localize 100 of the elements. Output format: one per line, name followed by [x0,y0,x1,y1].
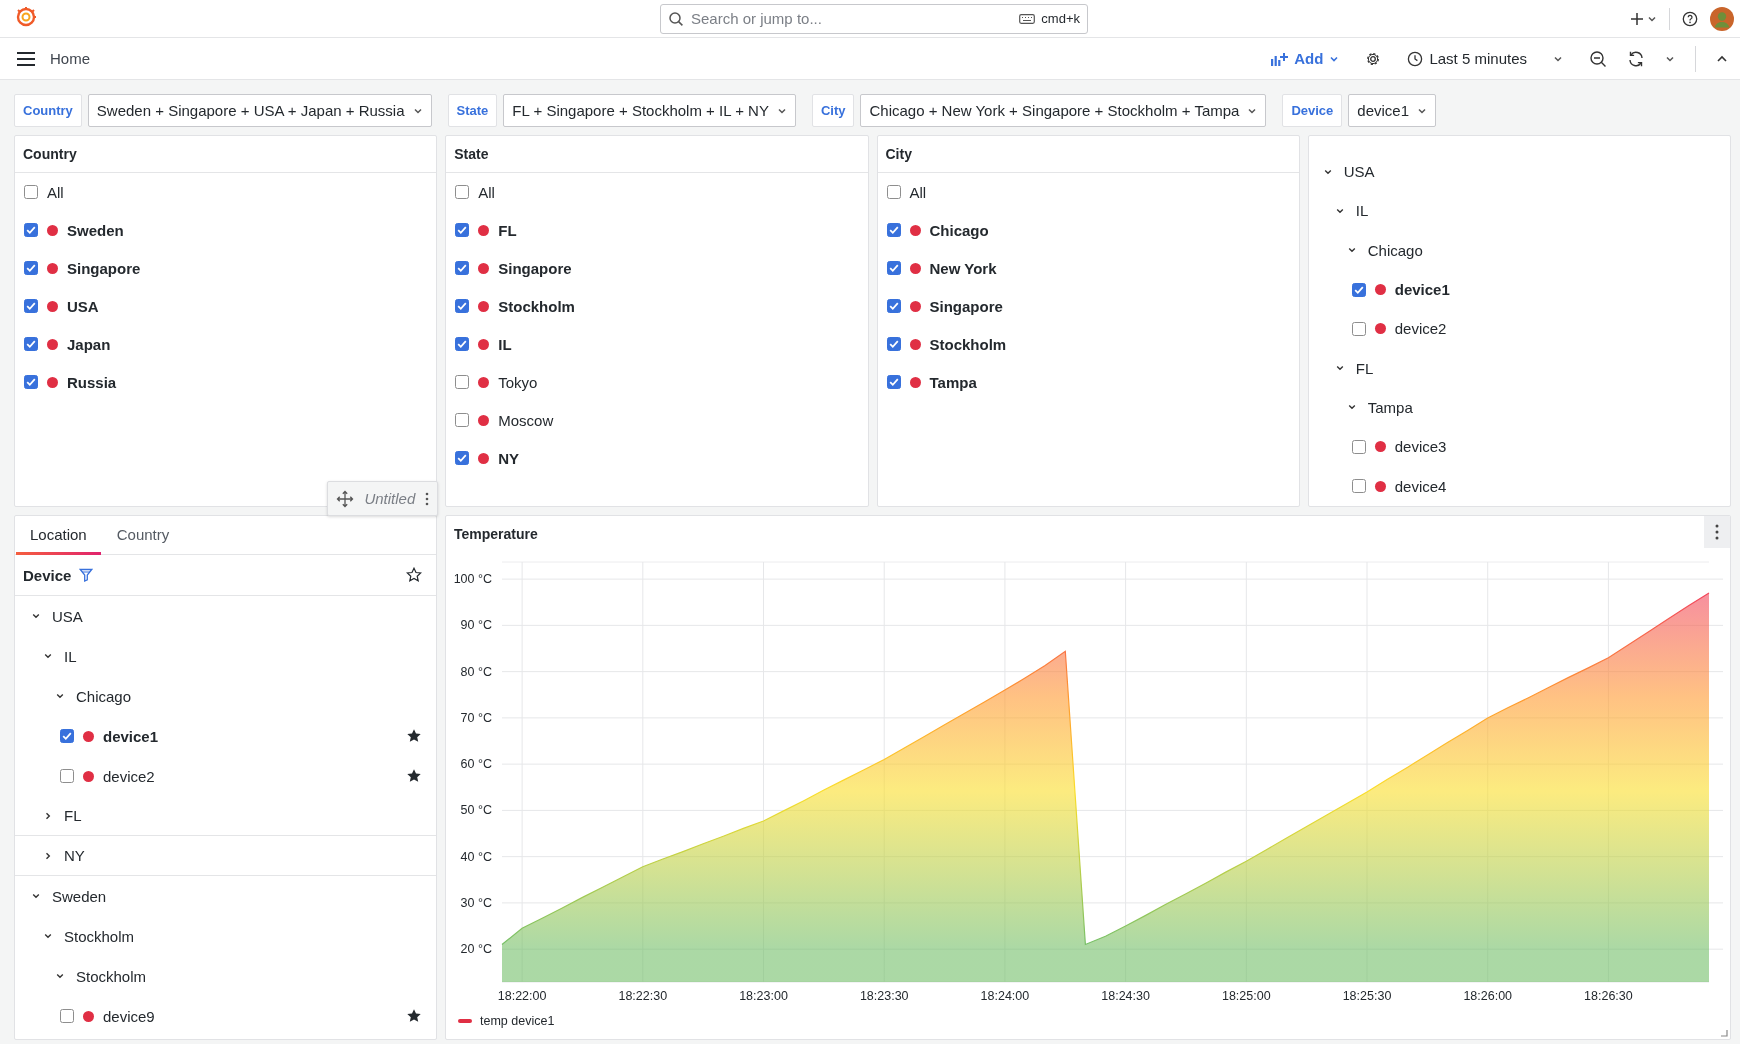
checkbox[interactable] [886,299,901,313]
checkbox[interactable] [455,299,470,313]
option-label[interactable]: New York [929,259,997,277]
tree-item[interactable]: Tampa [1367,398,1413,416]
resize-handle-icon[interactable] [1720,1029,1728,1037]
checkbox[interactable] [886,375,901,389]
option-label[interactable]: Singapore [929,297,1003,315]
checkbox[interactable] [1351,439,1366,454]
option-label[interactable]: Stockholm [498,297,575,315]
variable-dropdown[interactable]: FL + Singapore + Stockholm + IL + NY [503,94,796,127]
option-label[interactable]: NY [498,449,520,467]
tree-item[interactable]: device4 [1394,477,1447,495]
tree-item[interactable]: FL [64,807,82,824]
chevron-right-icon[interactable] [43,850,53,861]
checkbox[interactable] [24,375,38,389]
logo-icon[interactable] [14,4,38,29]
time-range-picker[interactable]: Last 5 minutes [1401,46,1569,71]
tree-item[interactable]: USA [1343,163,1375,181]
option-label[interactable]: Tokyo [498,373,538,391]
checkbox[interactable] [455,223,470,237]
legend-label[interactable]: temp device1 [480,1014,555,1028]
breadcrumb-link[interactable]: Home [50,50,90,67]
checkbox[interactable] [886,223,901,237]
tree-item[interactable]: device1 [103,727,159,745]
option-label[interactable]: IL [498,335,512,353]
tree-item[interactable]: NY [64,847,85,864]
tree-item[interactable]: IL [1355,202,1369,220]
checkbox[interactable] [24,337,38,351]
chevron-down-icon[interactable] [43,931,53,941]
tree-item[interactable]: Stockholm [64,927,135,945]
move-icon[interactable] [336,489,355,508]
checkbox[interactable] [455,375,470,389]
checkbox[interactable] [1351,282,1366,297]
checkbox[interactable] [24,185,38,199]
filter-icon[interactable] [79,568,94,582]
tree-item[interactable]: FL [1355,359,1374,377]
option-label[interactable]: Tampa [929,373,977,391]
option-label[interactable]: All [909,183,927,201]
option-label[interactable]: All [47,183,64,201]
star-icon[interactable] [406,1008,422,1024]
checkbox[interactable] [455,337,470,351]
checkbox[interactable] [1351,321,1366,336]
option-label[interactable]: Moscow [498,411,554,429]
tree-item[interactable]: Stockholm [76,967,147,985]
chevron-down-icon[interactable] [31,611,41,621]
option-label[interactable]: USA [67,297,99,315]
chevron-down-icon[interactable] [55,691,65,701]
star-icon[interactable] [406,728,422,744]
variable-dropdown[interactable]: Sweden + Singapore + USA + Japan + Russia [87,94,432,127]
chevron-down-icon[interactable] [55,971,65,981]
tree-item[interactable]: Sweden [52,887,107,905]
tree-item[interactable]: IL [64,647,77,665]
tree-item[interactable]: device9 [103,1007,155,1025]
add-button[interactable]: Add [1264,46,1346,71]
option-label[interactable]: Chicago [929,221,989,239]
checkbox[interactable] [886,337,901,351]
checkbox[interactable] [60,729,74,743]
tab[interactable]: Location [16,516,101,555]
tree-item[interactable]: device3 [1394,438,1447,456]
star-outline-icon[interactable] [406,567,422,583]
more-options-icon[interactable] [425,491,430,506]
plus-icon[interactable] [1629,10,1645,27]
star-icon[interactable] [406,768,422,784]
option-label[interactable]: Japan [67,335,111,353]
zoom-out-icon[interactable] [1589,49,1607,68]
tree-item[interactable]: device2 [103,767,155,785]
checkbox[interactable] [886,185,901,199]
checkbox[interactable] [886,261,901,275]
tree-item[interactable]: USA [52,607,83,625]
checkbox[interactable] [24,299,38,313]
variable-dropdown[interactable]: Chicago + New York + Singapore + Stockholm + Tampa [860,94,1267,127]
menu-icon[interactable] [16,50,36,67]
chevron-right-icon[interactable] [43,810,53,821]
tree-item[interactable]: Chicago [1367,241,1423,259]
checkbox[interactable] [455,185,470,199]
tree-item[interactable]: Chicago [76,687,132,705]
checkbox[interactable] [24,223,38,237]
checkbox[interactable] [1351,479,1366,493]
panel-hover-header[interactable]: Untitled [327,481,439,516]
avatar[interactable] [1710,6,1734,31]
tree-item[interactable]: device2 [1394,320,1447,338]
settings-icon[interactable] [1365,50,1382,67]
option-label[interactable]: Russia [67,373,117,391]
option-label[interactable]: Sweden [67,221,124,239]
checkbox[interactable] [455,413,470,427]
tab[interactable]: Country [102,516,184,555]
option-label[interactable]: All [478,183,495,201]
checkbox[interactable] [455,261,470,275]
tree-item[interactable]: device1 [1394,281,1450,299]
refresh-icon[interactable] [1627,49,1645,68]
chevron-down-icon[interactable] [31,891,41,901]
option-label[interactable]: Singapore [67,259,141,277]
variable-dropdown[interactable]: device1 [1348,94,1437,127]
chevron-down-icon[interactable] [43,651,53,661]
option-label[interactable]: Singapore [498,259,572,277]
help-icon[interactable] [1682,10,1698,27]
checkbox[interactable] [455,451,470,465]
checkbox[interactable] [60,1009,74,1023]
option-label[interactable]: FL [498,221,517,239]
checkbox[interactable] [60,769,74,783]
